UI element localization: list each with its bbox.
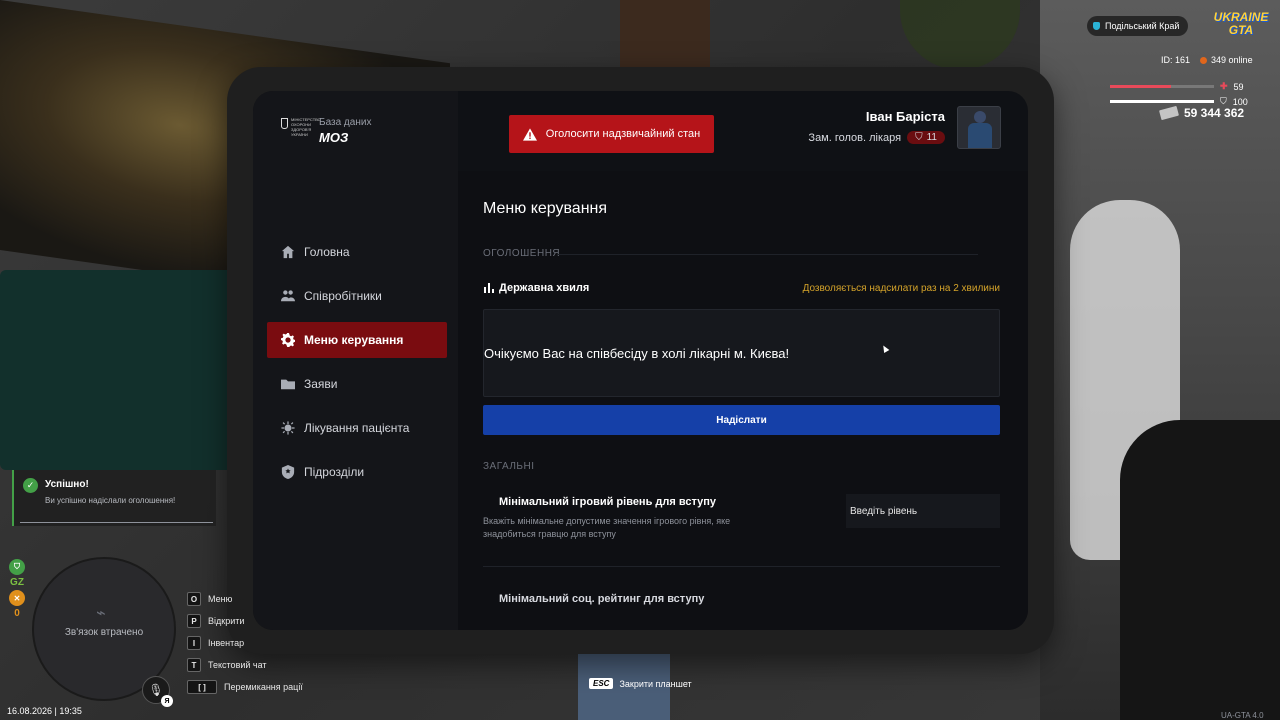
wave-note: Дозволяється надсилати раз на 2 хвилини bbox=[802, 282, 1000, 294]
server-name: Подільський Край bbox=[1105, 21, 1180, 31]
bar-chart-icon bbox=[484, 283, 494, 293]
money: 59 344 362 bbox=[1159, 105, 1245, 121]
min-level-input[interactable] bbox=[846, 494, 1000, 528]
armor-bar bbox=[1110, 100, 1214, 103]
sidebar-item-employees[interactable]: Співробітники bbox=[267, 278, 447, 314]
home-icon bbox=[281, 245, 295, 259]
status-count: 0 bbox=[14, 608, 20, 619]
sidebar-item-applications[interactable]: Заяви bbox=[267, 366, 447, 402]
emergency-button-label: Оголосити надзвичайний стан bbox=[545, 128, 701, 140]
setting-min-level-desc: Вкажіть мінімальне допустиме значення іг… bbox=[483, 516, 731, 539]
online-count: 349 online bbox=[1200, 55, 1253, 65]
section-general: ЗАГАЛЬНІ bbox=[483, 461, 535, 472]
folder-icon bbox=[281, 379, 295, 390]
user-card: Іван Баріста Зам. голов. лікаря ⛉ 11 bbox=[808, 106, 1001, 149]
sofa bbox=[0, 270, 240, 470]
armor-value: 100 bbox=[1232, 96, 1248, 107]
sidebar-nav: Головна Співробітники Меню керування Зая… bbox=[267, 234, 447, 498]
notification-progress bbox=[20, 522, 213, 523]
plant-pot bbox=[620, 0, 710, 70]
user-role-row: Зам. голов. лікаря ⛉ 11 bbox=[808, 131, 945, 144]
health-row: ✚ 59 bbox=[1110, 81, 1244, 92]
sidebar-item-divisions[interactable]: Підрозділи bbox=[267, 454, 447, 490]
warning-icon bbox=[522, 127, 537, 141]
section-divider bbox=[558, 254, 978, 255]
keybind-row: T Текстовий чат bbox=[187, 654, 303, 676]
emergency-button[interactable]: Оголосити надзвичайний стан bbox=[509, 115, 714, 153]
sidebar-item-home[interactable]: Головна bbox=[267, 234, 447, 270]
health-bar bbox=[1110, 85, 1214, 88]
rank-badge: ⛉ 11 bbox=[907, 131, 945, 144]
section-announcements: ОГОЛОШЕННЯ bbox=[483, 248, 561, 259]
hud-ids: ID: 161 349 online bbox=[1161, 55, 1253, 65]
keybind-hints: O Меню P Відкрити I Інвентар T Текстовий чат… bbox=[187, 588, 303, 698]
game-logo: UKRAINE GTA bbox=[1213, 10, 1269, 37]
tablet-screen: МІНІСТЕРСТВО ОХОРОНИ ЗДОРОВ'Я УКРАЇНИ Ба… bbox=[253, 91, 1028, 630]
sidebar-item-label: Меню керування bbox=[304, 333, 404, 347]
page-title: Меню керування bbox=[483, 200, 608, 217]
main-content: Меню керування ОГОЛОШЕННЯ Державна хвиля… bbox=[458, 171, 1028, 630]
logo-title: МОЗ bbox=[319, 130, 349, 145]
setting-min-level-title: Мінімальний ігровий рівень для вступу bbox=[499, 496, 716, 508]
money-icon bbox=[1159, 105, 1179, 121]
player-id: ID: 161 bbox=[1161, 55, 1191, 65]
notification-text: Ви успішно надіслали оголошення! bbox=[45, 496, 176, 505]
close-tablet-text: Закрити планшет bbox=[619, 678, 692, 689]
sidebar-item-label: Співробітники bbox=[304, 289, 382, 303]
no-signal-icon: ⌁ bbox=[96, 603, 106, 622]
keybind-row: [ ] Перемикання рації bbox=[187, 676, 303, 698]
npc-shadow bbox=[1120, 420, 1280, 720]
sidebar-item-label: Підрозділи bbox=[304, 465, 365, 479]
side-status-icons: ⛉ GZ ✕ 0 bbox=[9, 559, 25, 621]
sidebar: МІНІСТЕРСТВО ОХОРОНИ ЗДОРОВ'Я УКРАЇНИ Ба… bbox=[253, 91, 458, 630]
logo-subtitle: База даних bbox=[319, 117, 372, 128]
gz-label: GZ bbox=[10, 577, 24, 588]
send-button[interactable]: Надіслати bbox=[483, 405, 1000, 435]
moz-logo: МІНІСТЕРСТВО ОХОРОНИ ЗДОРОВ'Я УКРАЇНИ Ба… bbox=[281, 117, 371, 145]
close-tablet-hint: ESC Закрити планшет bbox=[589, 678, 692, 689]
keybind-row: O Меню bbox=[187, 588, 303, 610]
health-cross-icon: ✚ bbox=[1220, 81, 1228, 91]
sidebar-item-control-menu[interactable]: Меню керування bbox=[267, 322, 447, 358]
health-value: 59 bbox=[1233, 81, 1244, 92]
shield-icon bbox=[281, 465, 295, 479]
moz-emblem-icon: МІНІСТЕРСТВО ОХОРОНИ ЗДОРОВ'Я УКРАЇНИ bbox=[281, 117, 321, 141]
cross-status-icon: ✕ bbox=[9, 590, 25, 606]
sidebar-item-treatment[interactable]: Лікування пацієнта bbox=[267, 410, 447, 446]
server-emblem-icon bbox=[1093, 22, 1100, 30]
user-role: Зам. голов. лікаря bbox=[808, 131, 902, 144]
version-label: UA-GTA 4.0 bbox=[1221, 711, 1264, 720]
avatar bbox=[957, 106, 1001, 149]
setting-min-rating-title: Мінімальний соц. рейтинг для вступу bbox=[499, 593, 705, 605]
user-name: Іван Баріста bbox=[865, 109, 945, 124]
wave-title: Державна хвиля bbox=[483, 282, 589, 294]
notification-title: Успішно! bbox=[45, 479, 89, 490]
money-value: 59 344 362 bbox=[1184, 106, 1245, 120]
mic-badge: Я bbox=[161, 695, 173, 707]
keybind-row: P Відкрити bbox=[187, 610, 303, 632]
message-textarea[interactable]: Очікуємо Вас на співбесіду в холі лікарн… bbox=[483, 309, 1000, 397]
success-notification: ✓ Успішно! Ви успішно надіслали оголошен… bbox=[12, 470, 216, 526]
online-icon bbox=[1200, 56, 1208, 64]
virus-icon bbox=[281, 421, 295, 435]
users-icon bbox=[281, 290, 295, 302]
datetime: 16.08.2026 | 19:35 bbox=[7, 706, 82, 716]
signal-lost-text: Зв'язок втрачено bbox=[64, 627, 144, 638]
check-icon: ✓ bbox=[23, 478, 38, 493]
gear-icon bbox=[281, 333, 295, 347]
esc-key: ESC bbox=[589, 678, 614, 689]
setting-divider bbox=[483, 566, 1000, 567]
sidebar-item-label: Лікування пацієнта bbox=[304, 421, 410, 435]
wave-row: Державна хвиля Дозволяється надсилати ра… bbox=[483, 282, 1000, 294]
sidebar-item-label: Заяви bbox=[304, 377, 338, 391]
server-pill: Подільський Край bbox=[1087, 16, 1189, 36]
rank-shield-icon: ⛉ bbox=[915, 132, 923, 143]
keybind-row: I Інвентар bbox=[187, 632, 303, 654]
sidebar-item-label: Головна bbox=[304, 245, 350, 259]
shield-status-icon: ⛉ bbox=[9, 559, 25, 575]
